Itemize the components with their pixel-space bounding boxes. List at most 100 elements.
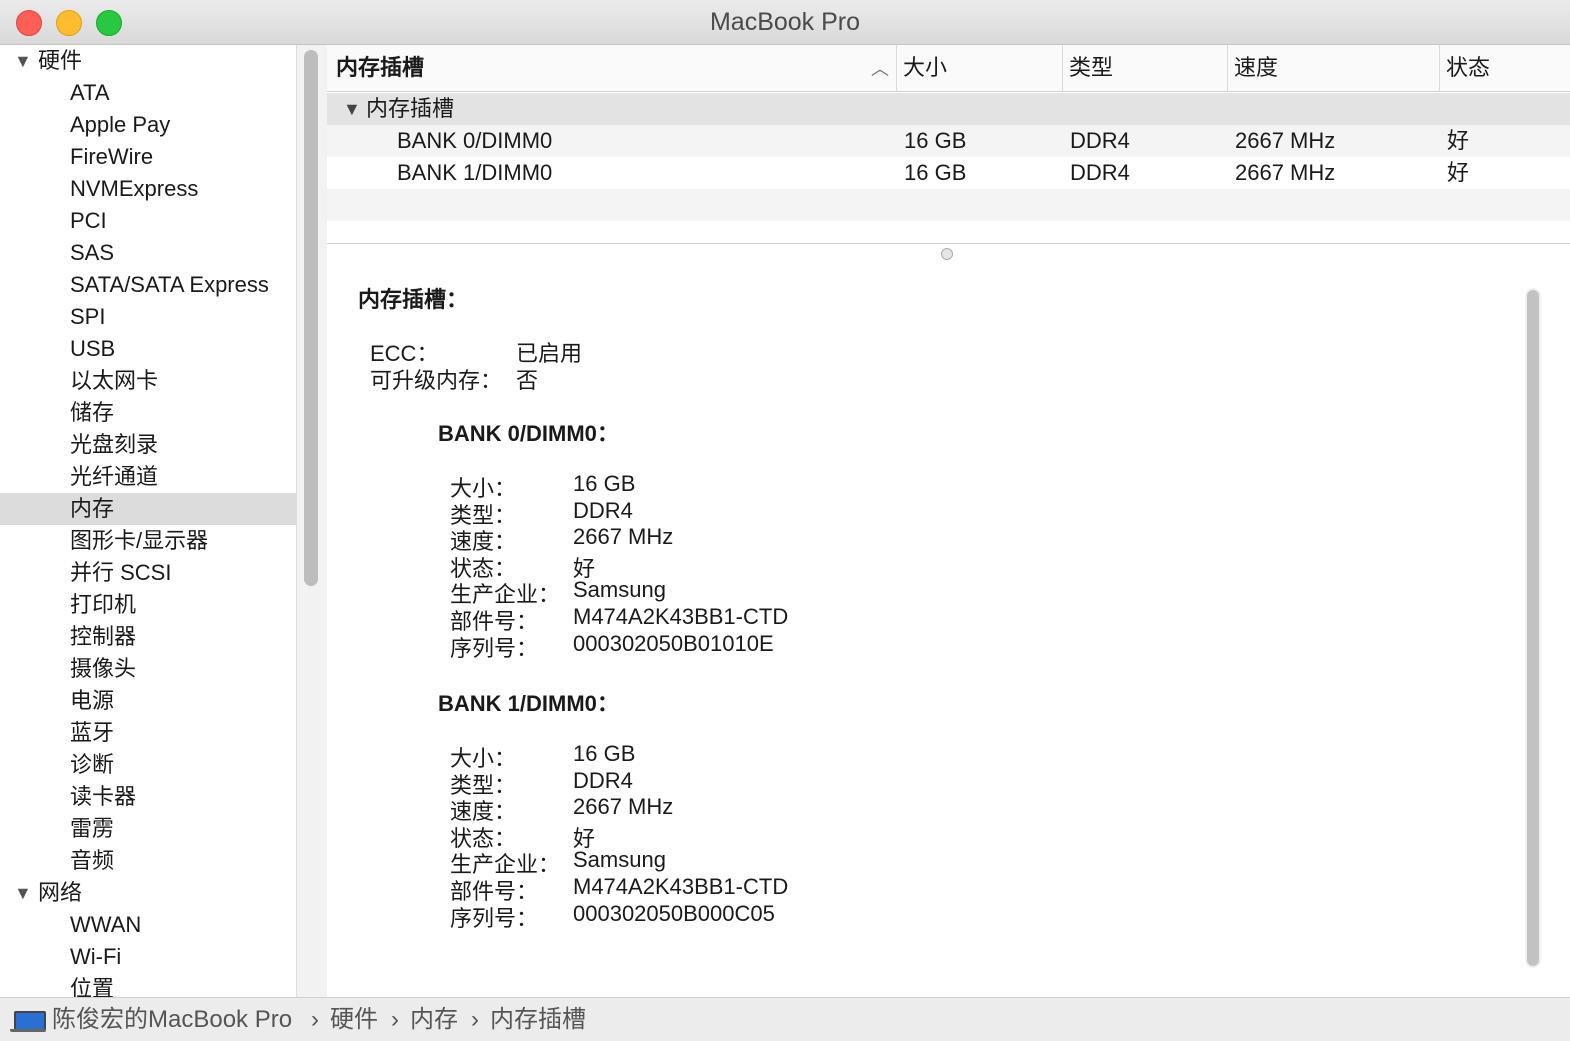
disclosure-triangle-icon[interactable]: ▼ [14, 877, 32, 909]
sidebar-item-label: 并行 SCSI [70, 560, 172, 585]
sidebar-item-label: NVMExpress [70, 176, 199, 201]
bank-title: BANK 0/DIMM0： [438, 421, 619, 446]
sidebar-item[interactable]: NVMExpress [0, 173, 296, 205]
pane-splitter[interactable] [327, 243, 1570, 265]
detail-value: M474A2K43BB1-CTD [573, 604, 789, 629]
table-group-row[interactable]: ▼ 内存插槽 [327, 93, 1570, 125]
sidebar-item[interactable]: FireWire [0, 141, 296, 173]
detail-scrollbar-thumb[interactable] [1527, 290, 1539, 966]
table-row[interactable]: BANK 0/DIMM0 16 GB DDR4 2667 MHz 好 [327, 125, 1570, 157]
sidebar-item[interactable]: 储存 [0, 397, 296, 429]
sidebar-item-label: 读卡器 [70, 784, 137, 809]
table-row[interactable]: BANK 1/DIMM0 16 GB DDR4 2667 MHz 好 [327, 157, 1570, 189]
sidebar-item[interactable]: 雷雳 [0, 813, 296, 845]
sidebar-item-label: 控制器 [70, 624, 137, 649]
sidebar-item-label: SPI [70, 304, 106, 329]
sidebar-item[interactable]: SPI [0, 301, 296, 333]
sidebar-item-label: 电源 [70, 688, 115, 713]
sidebar-item[interactable]: USB [0, 333, 296, 365]
sidebar-item-label: ATA [70, 80, 110, 105]
sidebar-item[interactable]: 内存 [0, 493, 296, 525]
sidebar-item-label: 打印机 [70, 592, 137, 617]
sidebar-item[interactable]: 光盘刻录 [0, 429, 296, 461]
column-header-type[interactable]: 类型 [1062, 45, 1227, 91]
sidebar-item[interactable]: Wi-Fi [0, 941, 296, 973]
detail-pane: 内存插槽： ECC： 已启用 可升级内存：否 BANK 0/DIMM0： 大小： 16 G… [327, 264, 1570, 997]
sidebar-item[interactable]: 读卡器 [0, 781, 296, 813]
sidebar-item[interactable]: 并行 SCSI [0, 557, 296, 589]
breadcrumb-item[interactable]: 内存 [410, 998, 458, 1041]
sidebar-item-label: 储存 [70, 400, 115, 425]
sidebar-item[interactable]: 音频 [0, 845, 296, 877]
detail-key: 序列号： [450, 906, 539, 931]
sidebar-item[interactable]: 位置 [0, 973, 296, 997]
sidebar-item[interactable]: 电源 [0, 685, 296, 717]
sidebar-item[interactable]: 打印机 [0, 589, 296, 621]
detail-value: 16 GB [573, 471, 636, 496]
detail-value: 否 [516, 368, 539, 393]
column-header-speed[interactable]: 速度 [1227, 45, 1439, 91]
sidebar-item[interactable]: SAS [0, 237, 296, 269]
title-bar[interactable]: MacBook Pro [0, 0, 1570, 45]
sidebar: ▼ 硬件 ATA Apple Pay FireWire NVMExpress PCI SAS S… [0, 45, 296, 997]
type-cell: DDR4 [1070, 160, 1130, 185]
sidebar-group[interactable]: ▼ 网络 [0, 877, 296, 909]
sidebar-scrollbar-thumb[interactable] [304, 50, 318, 586]
slot-cell: BANK 1/DIMM0 [397, 160, 553, 185]
breadcrumb-item[interactable]: 内存插槽 [490, 998, 586, 1041]
type-cell: DDR4 [1070, 128, 1130, 153]
sidebar-item[interactable]: 摄像头 [0, 653, 296, 685]
size-cell: 16 GB [904, 128, 967, 153]
sidebar-item-label: 摄像头 [70, 656, 137, 681]
system-information-window: MacBook Pro ▼ 硬件 ATA Apple Pay FireWire NVMEx… [0, 0, 1570, 1041]
splitter-handle-icon[interactable] [941, 248, 953, 260]
sidebar-item[interactable]: 诊断 [0, 749, 296, 781]
size-cell: 16 GB [904, 160, 967, 185]
memory-slots-table: 内存插槽 ︿ 大小 类型 速度 状态 ▼ 内存插槽 BANK 0/DIMM0 16… [327, 45, 1570, 243]
sidebar-item-label: PCI [70, 208, 107, 233]
sidebar-item-label: 光纤通道 [70, 464, 159, 489]
sidebar-item-label: 以太网卡 [70, 368, 159, 393]
sidebar-item[interactable]: 蓝牙 [0, 717, 296, 749]
detail-value: Samsung [573, 847, 666, 872]
detail-value: Samsung [573, 577, 666, 602]
sidebar-item[interactable]: 控制器 [0, 621, 296, 653]
sidebar-item[interactable]: 图形卡/显示器 [0, 525, 296, 557]
detail-value: M474A2K43BB1-CTD [573, 874, 789, 899]
sidebar-item[interactable]: PCI [0, 205, 296, 237]
sort-ascending-icon[interactable]: ︿ [871, 55, 889, 81]
sidebar-item-label: 位置 [70, 976, 115, 997]
macbook-base-icon [10, 1029, 46, 1032]
column-header-size[interactable]: 大小 [896, 45, 1062, 91]
breadcrumb-item[interactable]: 陈俊宏的MacBook Pro [52, 998, 292, 1041]
window-title: MacBook Pro [709, 8, 861, 36]
detail-key: 可升级内存： [370, 368, 503, 393]
sidebar-item[interactable]: ATA [0, 77, 296, 109]
detail-value: 16 GB [573, 741, 636, 766]
sidebar-item[interactable]: 光纤通道 [0, 461, 296, 493]
sidebar-item[interactable]: SATA/SATA Express [0, 269, 296, 301]
sidebar-item-label: 光盘刻录 [70, 432, 159, 457]
sidebar-item-label: Wi-Fi [70, 944, 122, 969]
table-empty-row [327, 189, 1570, 221]
sidebar-item[interactable]: Apple Pay [0, 109, 296, 141]
speed-cell: 2667 MHz [1235, 128, 1336, 153]
sidebar-item[interactable]: WWAN [0, 909, 296, 941]
sidebar-item-label: 内存 [70, 496, 115, 521]
sidebar-item[interactable]: 以太网卡 [0, 365, 296, 397]
chevron-right-icon: › [471, 1006, 479, 1033]
column-header-slot[interactable]: 内存插槽 [336, 45, 896, 91]
sidebar-item-label: 音频 [70, 848, 115, 873]
group-label: 内存插槽 [366, 96, 455, 121]
sidebar-item-label: 诊断 [70, 752, 115, 777]
sidebar-item-label: USB [70, 336, 116, 361]
sidebar-item-label: WWAN [70, 912, 142, 937]
disclosure-triangle-icon[interactable]: ▼ [14, 45, 32, 77]
disclosure-triangle-icon[interactable]: ▼ [343, 93, 361, 125]
detail-value: DDR4 [573, 498, 633, 523]
sidebar-item-label: 网络 [38, 880, 83, 905]
column-header-status[interactable]: 状态 [1439, 45, 1565, 91]
breadcrumb-item[interactable]: 硬件 [330, 998, 378, 1041]
sidebar-group[interactable]: ▼ 硬件 [0, 45, 296, 77]
detail-key: 序列号： [450, 636, 539, 661]
